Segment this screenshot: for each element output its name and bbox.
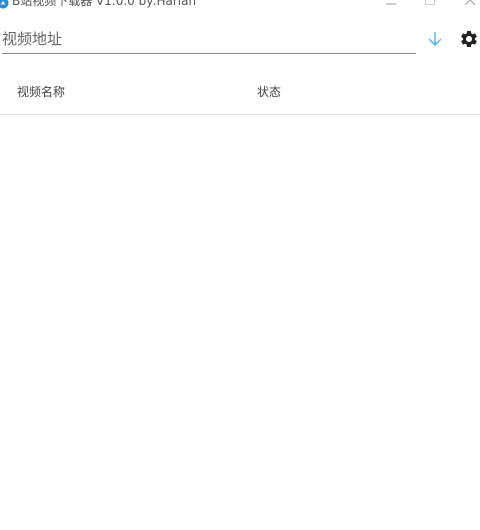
column-header-video-name[interactable]: 视频名称 (17, 83, 65, 100)
table-header: 视频名称 状态 (0, 70, 480, 115)
close-icon (465, 0, 475, 5)
title-bar: B站视频下载器 V1.0.0 by:Harlan (0, 0, 480, 12)
minimize-icon (386, 0, 396, 5)
table-body (0, 115, 480, 530)
minimize-button[interactable] (376, 0, 406, 10)
close-button[interactable] (455, 0, 480, 10)
gear-icon (459, 29, 479, 53)
download-button[interactable] (422, 28, 448, 54)
settings-button[interactable] (456, 28, 480, 54)
maximize-icon (425, 0, 435, 5)
video-url-input[interactable] (2, 24, 416, 54)
arrow-down-icon (427, 31, 443, 51)
maximize-button[interactable] (415, 0, 445, 10)
column-header-status[interactable]: 状态 (257, 83, 281, 100)
download-table: 视频名称 状态 (0, 70, 480, 530)
app-window: B站视频下载器 V1.0.0 by:Harlan 视频地址 视频名称 状态 (0, 0, 480, 530)
window-title: B站视频下载器 V1.0.0 by:Harlan (12, 0, 197, 8)
app-logo-icon (0, 0, 9, 9)
